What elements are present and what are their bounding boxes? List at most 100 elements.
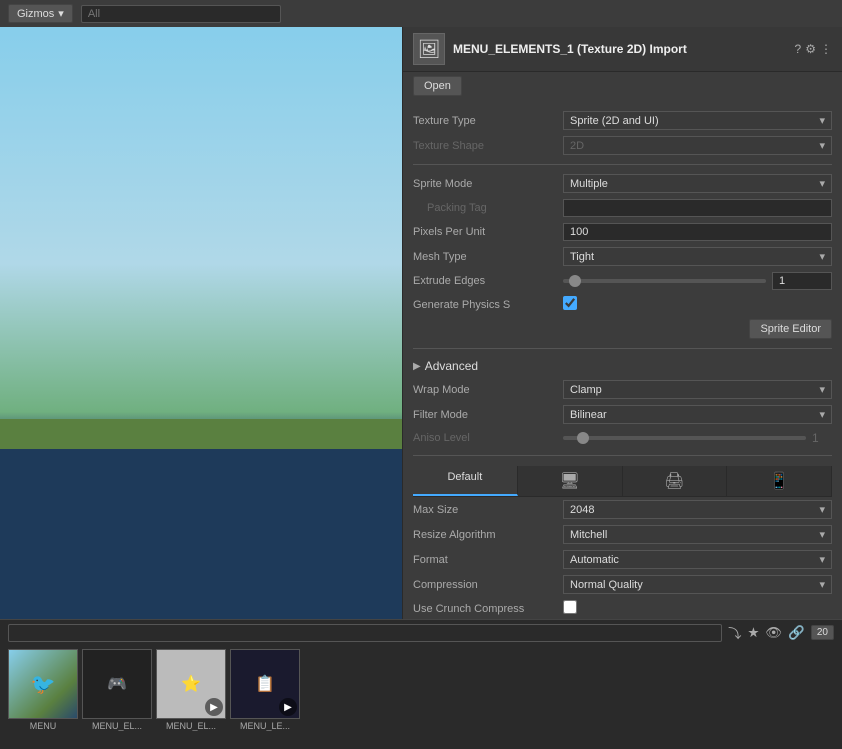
settings-icon[interactable]: ⚙ xyxy=(805,42,816,56)
tab-desktop[interactable]: 🖥 xyxy=(518,466,623,496)
advanced-section-header[interactable]: ▶ Advanced xyxy=(413,355,832,377)
inspector-panel: 🖼 MENU_ELEMENTS_1 (Texture 2D) Import ? … xyxy=(402,27,842,619)
chevron-down-icon: ▾ xyxy=(819,528,825,541)
triangle-icon: ▶ xyxy=(413,361,421,372)
advanced-label: Advanced xyxy=(425,359,478,373)
tab-tv[interactable]: 🖨 xyxy=(623,466,728,496)
thumbnail-box-1[interactable]: 🐦 xyxy=(8,649,78,719)
mesh-type-label: Mesh Type xyxy=(413,251,563,263)
filter-mode-dropdown[interactable]: Bilinear ▾ xyxy=(563,405,832,424)
aniso-level-label: Aniso Level xyxy=(413,432,563,444)
packing-tag-input[interactable] xyxy=(563,199,832,217)
thumb-content-1: 🐦 xyxy=(31,672,56,697)
divider-2 xyxy=(413,348,832,349)
filter-mode-label: Filter Mode xyxy=(413,409,563,421)
texture-shape-control[interactable]: 2D ▾ xyxy=(563,136,832,155)
gizmos-button[interactable]: Gizmos ▾ xyxy=(8,4,73,23)
thumb-content-2: 🎮 xyxy=(107,674,127,694)
pixels-per-unit-label: Pixels Per Unit xyxy=(413,226,563,238)
sprite-editor-button[interactable]: Sprite Editor xyxy=(749,319,832,339)
crunch-checkbox[interactable] xyxy=(563,600,577,614)
max-size-label: Max Size xyxy=(413,504,563,516)
extrude-edges-slider[interactable] xyxy=(563,279,766,283)
import-icon[interactable]: ⤵ xyxy=(728,623,741,642)
divider-1 xyxy=(413,164,832,165)
list-item[interactable]: 📋 ▶ MENU_LE... xyxy=(230,649,300,731)
chevron-down-icon: ▾ xyxy=(819,250,825,263)
tab-mobile[interactable]: 📱 xyxy=(727,466,832,496)
thumb-label-2: MENU_EL... xyxy=(92,721,142,731)
pixels-per-unit-control[interactable] xyxy=(563,223,832,241)
favorite-icon[interactable]: ★ xyxy=(747,625,759,641)
list-item[interactable]: 🐦 MENU xyxy=(8,649,78,731)
sprite-mode-label: Sprite Mode xyxy=(413,178,563,190)
thumb-content-3: ⭐ xyxy=(181,674,201,694)
resize-algo-value: Mitchell xyxy=(570,529,607,541)
desktop-icon: 🖥 xyxy=(559,473,579,490)
resize-algo-control[interactable]: Mitchell ▾ xyxy=(563,525,832,544)
wrap-mode-dropdown[interactable]: Clamp ▾ xyxy=(563,380,832,399)
chevron-down-icon: ▾ xyxy=(819,114,825,127)
play-overlay-3[interactable]: ▶ xyxy=(205,698,223,716)
format-label: Format xyxy=(413,554,563,566)
more-icon[interactable]: ⋮ xyxy=(820,42,832,56)
mesh-type-row: Mesh Type Tight ▾ xyxy=(413,244,832,269)
texture-type-dropdown[interactable]: Sprite (2D and UI) ▾ xyxy=(563,111,832,130)
thumb-label-1: MENU xyxy=(30,721,57,731)
extrude-edges-input[interactable] xyxy=(772,272,832,290)
resize-algo-row: Resize Algorithm Mitchell ▾ xyxy=(413,522,832,547)
pixels-per-unit-input[interactable] xyxy=(563,223,832,241)
texture-shape-label: Texture Shape xyxy=(413,140,563,152)
generate-physics-control[interactable] xyxy=(563,296,832,313)
open-button[interactable]: Open xyxy=(413,76,462,96)
chevron-down-icon: ▾ xyxy=(819,177,825,190)
list-item[interactable]: ⭐ ▶ MENU_EL... xyxy=(156,649,226,731)
compression-dropdown[interactable]: Normal Quality ▾ xyxy=(563,575,832,594)
texture-shape-row: Texture Shape 2D ▾ xyxy=(413,133,832,158)
tab-default[interactable]: Default xyxy=(413,466,518,496)
aniso-level-slider[interactable] xyxy=(563,436,806,440)
max-size-row: Max Size 2048 ▾ xyxy=(413,497,832,522)
resize-algo-dropdown[interactable]: Mitchell ▾ xyxy=(563,525,832,544)
texture-shape-value: 2D xyxy=(570,140,584,152)
sprite-mode-dropdown[interactable]: Multiple ▾ xyxy=(563,174,832,193)
help-icon[interactable]: ? xyxy=(795,42,802,56)
sprite-mode-control[interactable]: Multiple ▾ xyxy=(563,174,832,193)
texture-shape-dropdown[interactable]: 2D ▾ xyxy=(563,136,832,155)
list-item[interactable]: 🎮 MENU_EL... xyxy=(82,649,152,731)
mesh-type-dropdown[interactable]: Tight ▾ xyxy=(563,247,832,266)
packing-tag-control[interactable] xyxy=(563,199,832,217)
texture-type-control[interactable]: Sprite (2D and UI) ▾ xyxy=(563,111,832,130)
thumbnail-search-input[interactable] xyxy=(8,624,722,642)
inspector-header: 🖼 MENU_ELEMENTS_1 (Texture 2D) Import ? … xyxy=(403,27,842,72)
compression-control[interactable]: Normal Quality ▾ xyxy=(563,575,832,594)
mesh-type-value: Tight xyxy=(570,251,594,263)
thumbnail-box-2[interactable]: 🎮 xyxy=(82,649,152,719)
wrap-mode-control[interactable]: Clamp ▾ xyxy=(563,380,832,399)
compression-row: Compression Normal Quality ▾ xyxy=(413,572,832,597)
thumb-label-4: MENU_LE... xyxy=(240,721,290,731)
format-dropdown[interactable]: Automatic ▾ xyxy=(563,550,832,569)
chevron-down-icon: ▾ xyxy=(819,383,825,396)
filter-mode-control[interactable]: Bilinear ▾ xyxy=(563,405,832,424)
gizmos-label: Gizmos xyxy=(17,8,54,20)
eye-icon[interactable]: 👁 xyxy=(765,625,782,641)
link-icon[interactable]: 🔗 xyxy=(788,625,805,641)
thumbnail-box-4[interactable]: 📋 ▶ xyxy=(230,649,300,719)
thumbnail-box-3[interactable]: ⭐ ▶ xyxy=(156,649,226,719)
search-input[interactable] xyxy=(81,5,281,23)
extrude-edges-label: Extrude Edges xyxy=(413,275,563,287)
thumb-label-3: MENU_EL... xyxy=(166,721,216,731)
crunch-control[interactable] xyxy=(563,600,832,617)
chevron-down-icon: ▾ xyxy=(819,578,825,591)
thumb-content-4: 📋 xyxy=(255,674,275,694)
pixels-per-unit-row: Pixels Per Unit xyxy=(413,220,832,244)
max-size-control[interactable]: 2048 ▾ xyxy=(563,500,832,519)
mesh-type-control[interactable]: Tight ▾ xyxy=(563,247,832,266)
max-size-dropdown[interactable]: 2048 ▾ xyxy=(563,500,832,519)
chevron-down-icon: ▾ xyxy=(819,139,825,152)
generate-physics-checkbox[interactable] xyxy=(563,296,577,310)
format-control[interactable]: Automatic ▾ xyxy=(563,550,832,569)
play-overlay-4[interactable]: ▶ xyxy=(279,698,297,716)
wrap-mode-value: Clamp xyxy=(570,384,602,396)
